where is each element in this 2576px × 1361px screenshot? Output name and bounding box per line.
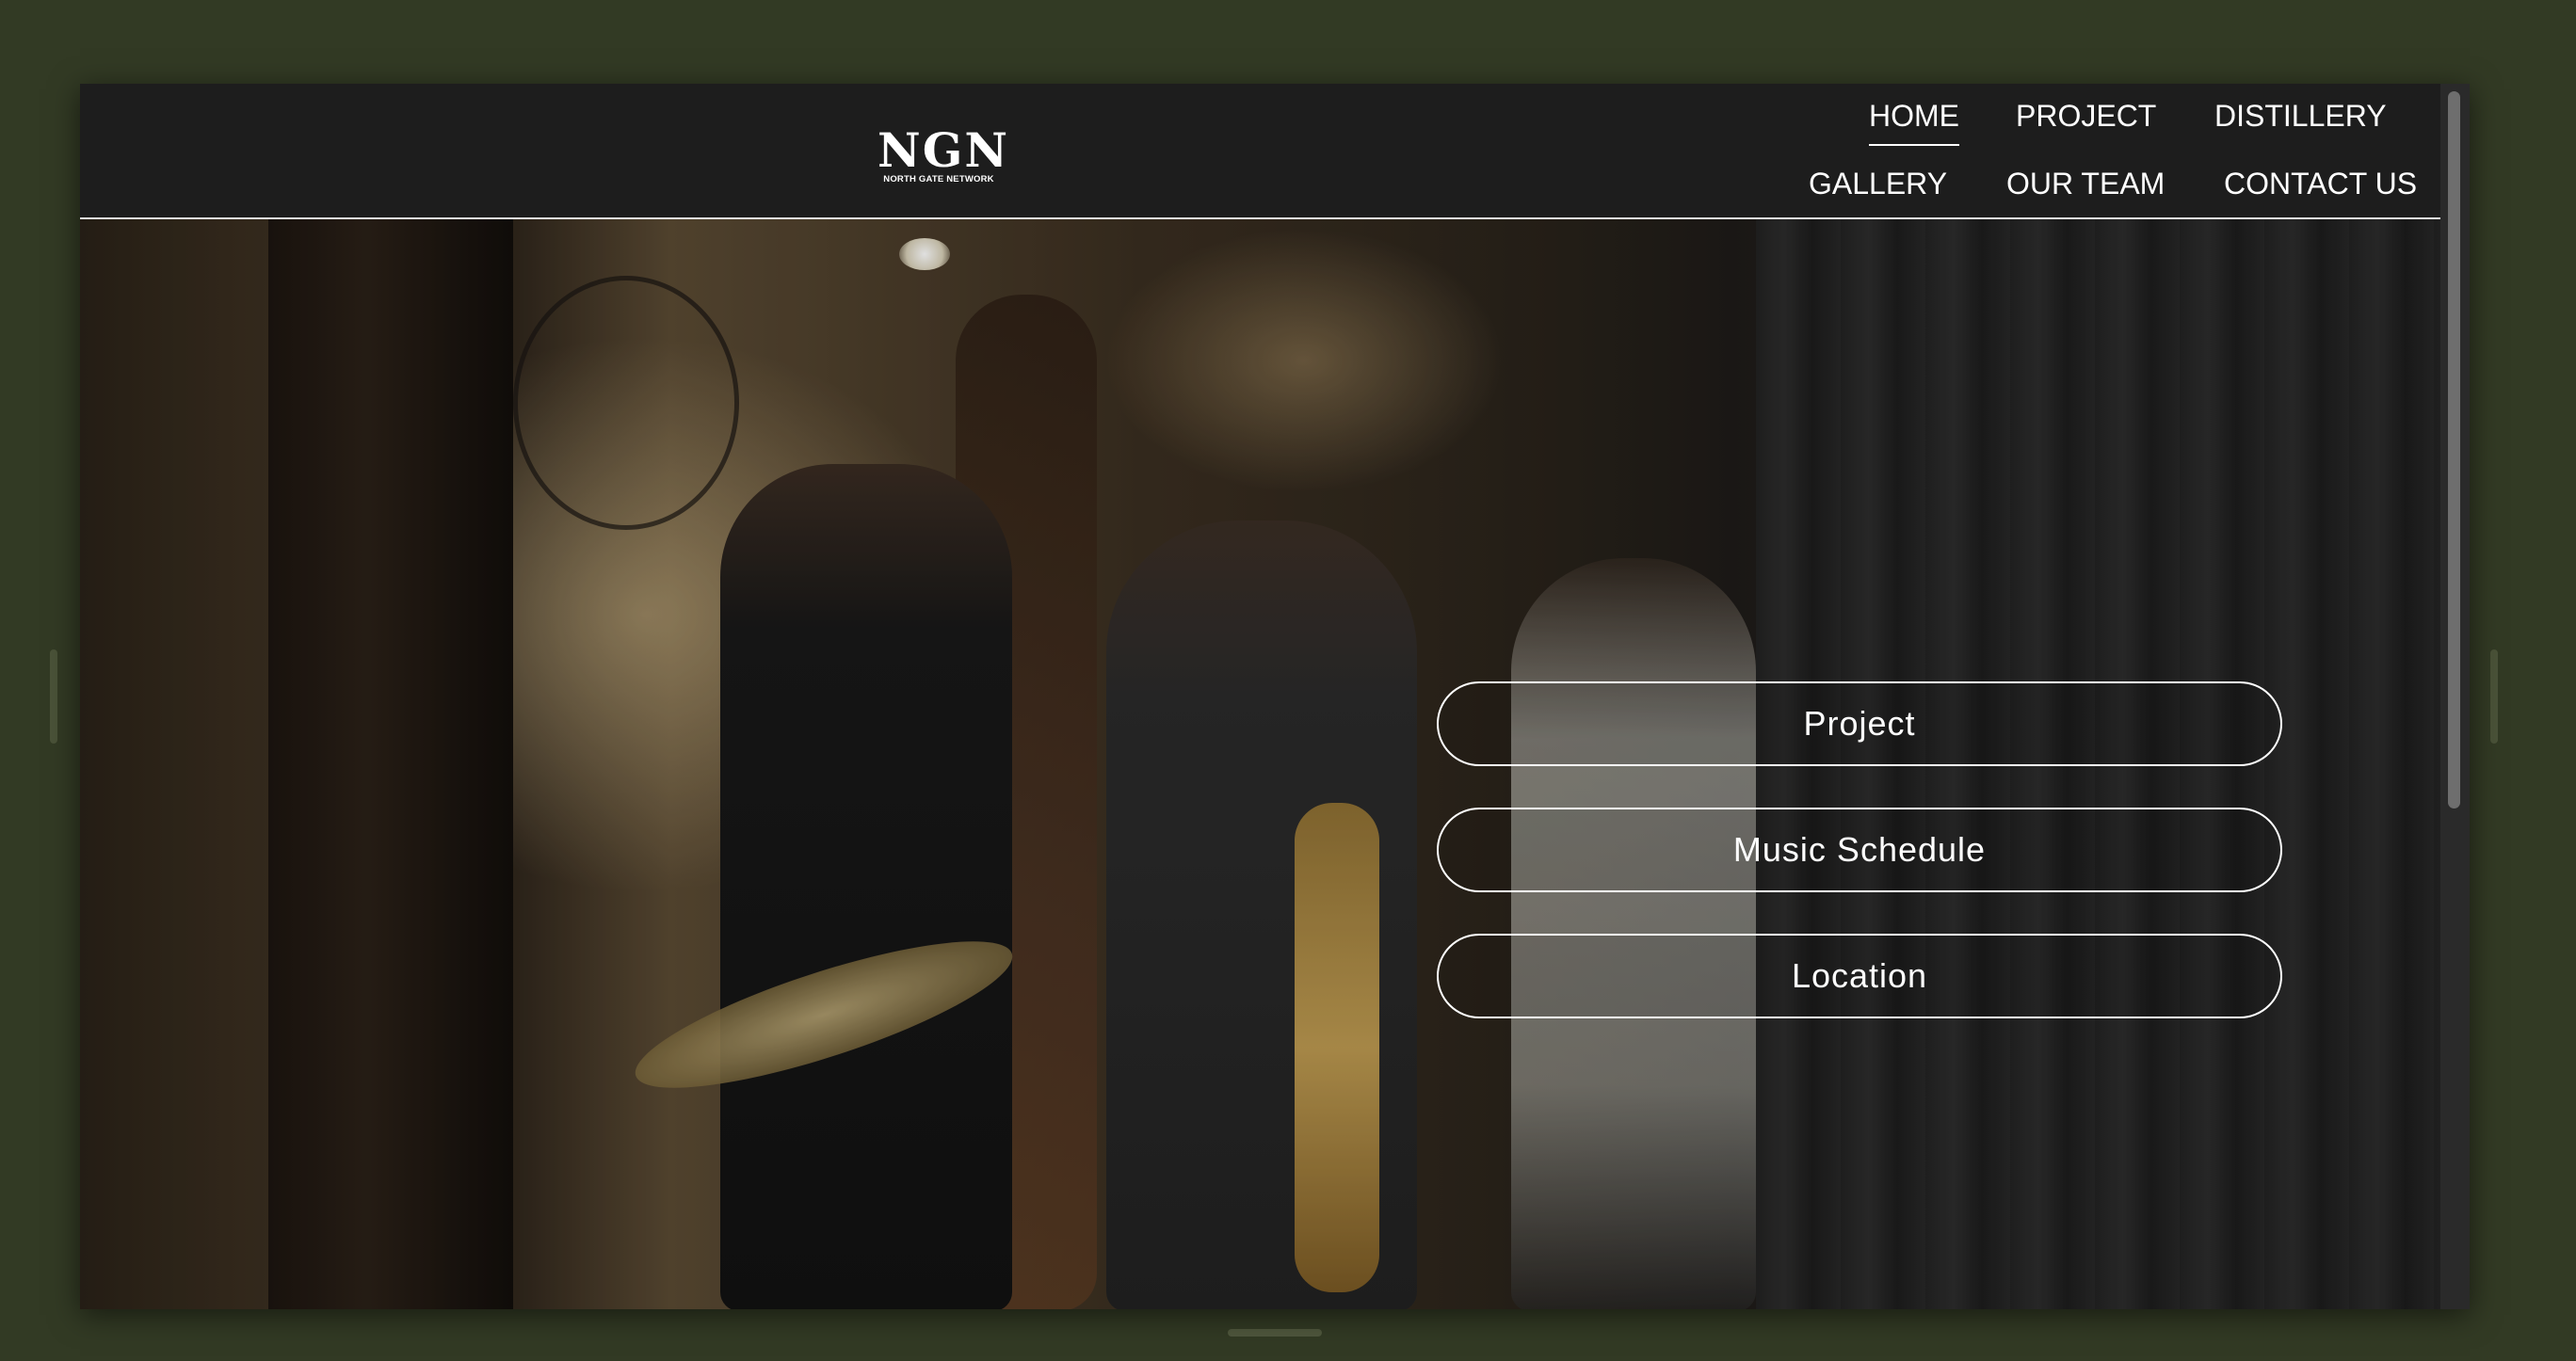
project-button[interactable]: Project [1437, 681, 2282, 766]
nav-home[interactable]: HOME [1869, 97, 1959, 146]
left-resize-handle[interactable] [50, 649, 57, 744]
right-resize-handle[interactable] [2490, 649, 2498, 744]
location-button[interactable]: Location [1437, 934, 2282, 1018]
desktop: NGN NORTH GATE NETWORK HOME PROJECT DIST… [0, 0, 2576, 1361]
browser-window: NGN NORTH GATE NETWORK HOME PROJECT DIST… [80, 84, 2470, 1309]
hero-section: Project Music Schedule Location [80, 219, 2440, 1309]
nav-gallery[interactable]: GALLERY [1809, 165, 1947, 202]
scrollbar-track[interactable] [2440, 84, 2470, 1309]
bottom-resize-handle[interactable] [1228, 1329, 1322, 1337]
scrollbar-thumb[interactable] [2448, 91, 2460, 809]
site-header: NGN NORTH GATE NETWORK HOME PROJECT DIST… [80, 84, 2440, 219]
nav-contact-us[interactable]: CONTACT US [2224, 165, 2417, 202]
logo-subtitle: NORTH GATE NETWORK [883, 174, 994, 184]
site-logo[interactable]: NGN NORTH GATE NETWORK [877, 122, 1010, 185]
nav-our-team[interactable]: OUR TEAM [2006, 165, 2165, 202]
nav-project[interactable]: PROJECT [2016, 97, 2156, 135]
music-schedule-button[interactable]: Music Schedule [1437, 808, 2282, 892]
nav-distillery[interactable]: DISTILLERY [2214, 97, 2387, 135]
logo-mark: NGN [877, 122, 1010, 178]
